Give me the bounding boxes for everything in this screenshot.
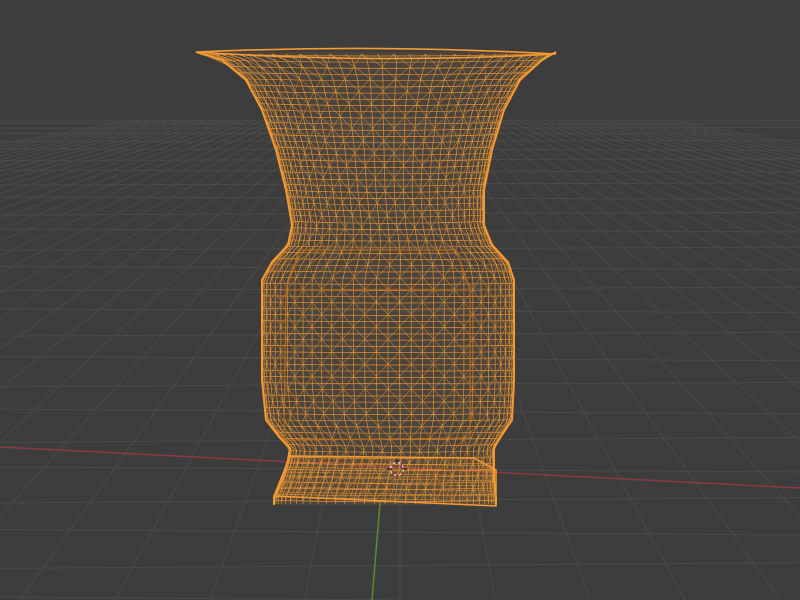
grid-line: [0, 119, 167, 157]
3d-viewport[interactable]: [0, 0, 800, 600]
vase-wireframe-mesh[interactable]: [195, 47, 557, 507]
grid-line: [0, 119, 302, 274]
y-axis-line: [371, 502, 381, 600]
viewport-canvas[interactable]: [0, 0, 800, 600]
grid-line: [0, 119, 284, 243]
grid-line: [0, 119, 221, 182]
grid-line: [0, 119, 293, 257]
grid-line: [0, 119, 158, 153]
grid-line: [0, 119, 140, 148]
grid-line: [0, 119, 203, 172]
grid-line: [0, 119, 149, 151]
grid-line: [0, 119, 257, 210]
grid-line: [0, 119, 248, 202]
grid-line: [0, 119, 212, 177]
grid-line: [0, 119, 131, 145]
